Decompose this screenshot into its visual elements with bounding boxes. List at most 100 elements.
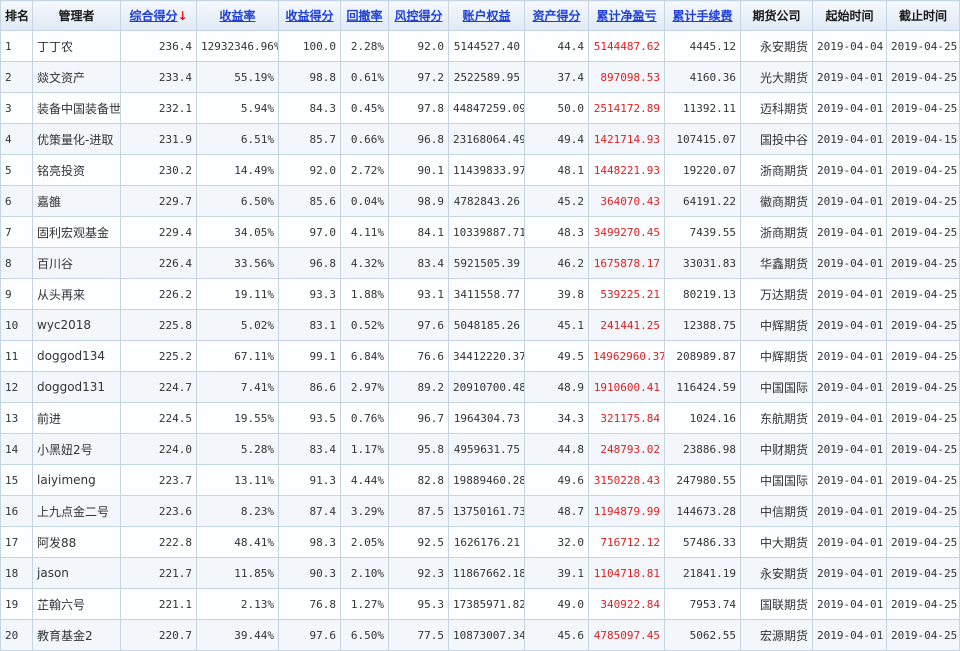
cell-company: 国联期货	[740, 588, 813, 620]
cell-risk-score: 98.9	[388, 185, 449, 217]
cell-total-score: 232.1	[120, 92, 197, 124]
cell-equity: 10873007.34	[448, 619, 525, 651]
table-row: 11 doggod134 225.2 67.11% 99.1 6.84% 76.6 34412…	[0, 340, 960, 372]
cell-risk-score: 92.5	[388, 526, 449, 558]
cell-equity: 19889460.28	[448, 464, 525, 496]
cell-rank: 17	[0, 526, 33, 558]
cell-equity: 17385971.82	[448, 588, 525, 620]
cell-company: 中国国际	[740, 371, 813, 403]
cell-manager: jason	[32, 557, 121, 589]
cell-company: 永安期货	[740, 30, 813, 62]
cell-risk-score: 92.3	[388, 557, 449, 589]
cell-asset-score: 44.8	[524, 433, 589, 465]
cell-end: 2019-04-25	[886, 557, 960, 589]
cell-end: 2019-04-25	[886, 526, 960, 558]
cell-fees: 19220.07	[664, 154, 741, 186]
cell-rank: 9	[0, 278, 33, 310]
cell-rank: 12	[0, 371, 33, 403]
cell-start: 2019-04-01	[812, 92, 887, 124]
header-total-score[interactable]: 综合得分↓	[120, 0, 197, 31]
cell-asset-score: 49.5	[524, 340, 589, 372]
cell-fees: 80219.13	[664, 278, 741, 310]
cell-equity: 11867662.18	[448, 557, 525, 589]
cell-rank: 15	[0, 464, 33, 496]
ranking-table: 排名 管理者 综合得分↓ 收益率 收益得分 回撤率 风控得分 账户权益 资产得分…	[0, 0, 960, 651]
cell-return-score: 87.4	[278, 495, 341, 527]
cell-manager: 前进	[32, 402, 121, 434]
cell-risk-score: 83.4	[388, 247, 449, 279]
cell-return-score: 90.3	[278, 557, 341, 589]
cell-fees: 5062.55	[664, 619, 741, 651]
cell-end: 2019-04-25	[886, 185, 960, 217]
cell-rank: 2	[0, 61, 33, 93]
header-asset-score[interactable]: 资产得分	[524, 0, 589, 31]
cell-start: 2019-04-01	[812, 526, 887, 558]
cell-return-rate: 55.19%	[196, 61, 279, 93]
cell-end: 2019-04-15	[886, 123, 960, 155]
cell-return-score: 83.1	[278, 309, 341, 341]
cell-net-pnl: 3499270.45	[588, 216, 665, 248]
header-row: 排名 管理者 综合得分↓ 收益率 收益得分 回撤率 风控得分 账户权益 资产得分…	[0, 0, 960, 31]
cell-asset-score: 46.2	[524, 247, 589, 279]
cell-company: 中大期货	[740, 526, 813, 558]
cell-end: 2019-04-25	[886, 619, 960, 651]
cell-equity: 11439833.97	[448, 154, 525, 186]
cell-net-pnl: 14962960.37	[588, 340, 665, 372]
cell-end: 2019-04-25	[886, 216, 960, 248]
cell-drawdown: 2.97%	[340, 371, 389, 403]
cell-equity: 1626176.21	[448, 526, 525, 558]
header-net-pnl[interactable]: 累计净盈亏	[588, 0, 665, 31]
cell-company: 万达期货	[740, 278, 813, 310]
cell-drawdown: 1.17%	[340, 433, 389, 465]
header-return-rate[interactable]: 收益率	[196, 0, 279, 31]
cell-drawdown: 4.32%	[340, 247, 389, 279]
cell-manager: 装备中国装备世	[32, 92, 121, 124]
cell-return-rate: 8.23%	[196, 495, 279, 527]
cell-equity: 10339887.71	[448, 216, 525, 248]
table-row: 12 doggod131 224.7 7.41% 86.6 2.97% 89.2 209107…	[0, 371, 960, 403]
header-total-score-label[interactable]: 综合得分	[129, 9, 177, 23]
cell-drawdown: 1.88%	[340, 278, 389, 310]
cell-end: 2019-04-25	[886, 464, 960, 496]
cell-asset-score: 37.4	[524, 61, 589, 93]
header-drawdown[interactable]: 回撤率	[340, 0, 389, 31]
cell-return-rate: 2.13%	[196, 588, 279, 620]
cell-equity: 5048185.26	[448, 309, 525, 341]
cell-start: 2019-04-01	[812, 123, 887, 155]
cell-asset-score: 32.0	[524, 526, 589, 558]
cell-asset-score: 45.2	[524, 185, 589, 217]
cell-rank: 1	[0, 30, 33, 62]
cell-asset-score: 49.0	[524, 588, 589, 620]
cell-total-score: 225.8	[120, 309, 197, 341]
cell-company: 宏源期货	[740, 619, 813, 651]
cell-fees: 11392.11	[664, 92, 741, 124]
cell-fees: 23886.98	[664, 433, 741, 465]
table-row: 2 燚文资产 233.4 55.19% 98.8 0.61% 97.2 2522589.95 3…	[0, 61, 960, 93]
header-return-score[interactable]: 收益得分	[278, 0, 341, 31]
cell-manager: 铭亮投资	[32, 154, 121, 186]
cell-manager: doggod134	[32, 340, 121, 372]
cell-start: 2019-04-01	[812, 278, 887, 310]
cell-risk-score: 77.5	[388, 619, 449, 651]
header-equity[interactable]: 账户权益	[448, 0, 525, 31]
header-risk-score[interactable]: 风控得分	[388, 0, 449, 31]
cell-start: 2019-04-01	[812, 464, 887, 496]
header-fees[interactable]: 累计手续费	[664, 0, 741, 31]
cell-asset-score: 44.4	[524, 30, 589, 62]
cell-risk-score: 95.3	[388, 588, 449, 620]
cell-total-score: 236.4	[120, 30, 197, 62]
cell-asset-score: 45.6	[524, 619, 589, 651]
table-row: 10 wyc2018 225.8 5.02% 83.1 0.52% 97.6 5048185.…	[0, 309, 960, 341]
cell-net-pnl: 1675878.17	[588, 247, 665, 279]
cell-manager: 嘉雒	[32, 185, 121, 217]
cell-asset-score: 48.1	[524, 154, 589, 186]
cell-rank: 19	[0, 588, 33, 620]
cell-return-score: 85.7	[278, 123, 341, 155]
cell-company: 中国国际	[740, 464, 813, 496]
cell-start: 2019-04-01	[812, 185, 887, 217]
cell-start: 2019-04-01	[812, 588, 887, 620]
cell-drawdown: 0.76%	[340, 402, 389, 434]
cell-manager: 优策量化-进取	[32, 123, 121, 155]
cell-asset-score: 50.0	[524, 92, 589, 124]
cell-return-rate: 5.28%	[196, 433, 279, 465]
